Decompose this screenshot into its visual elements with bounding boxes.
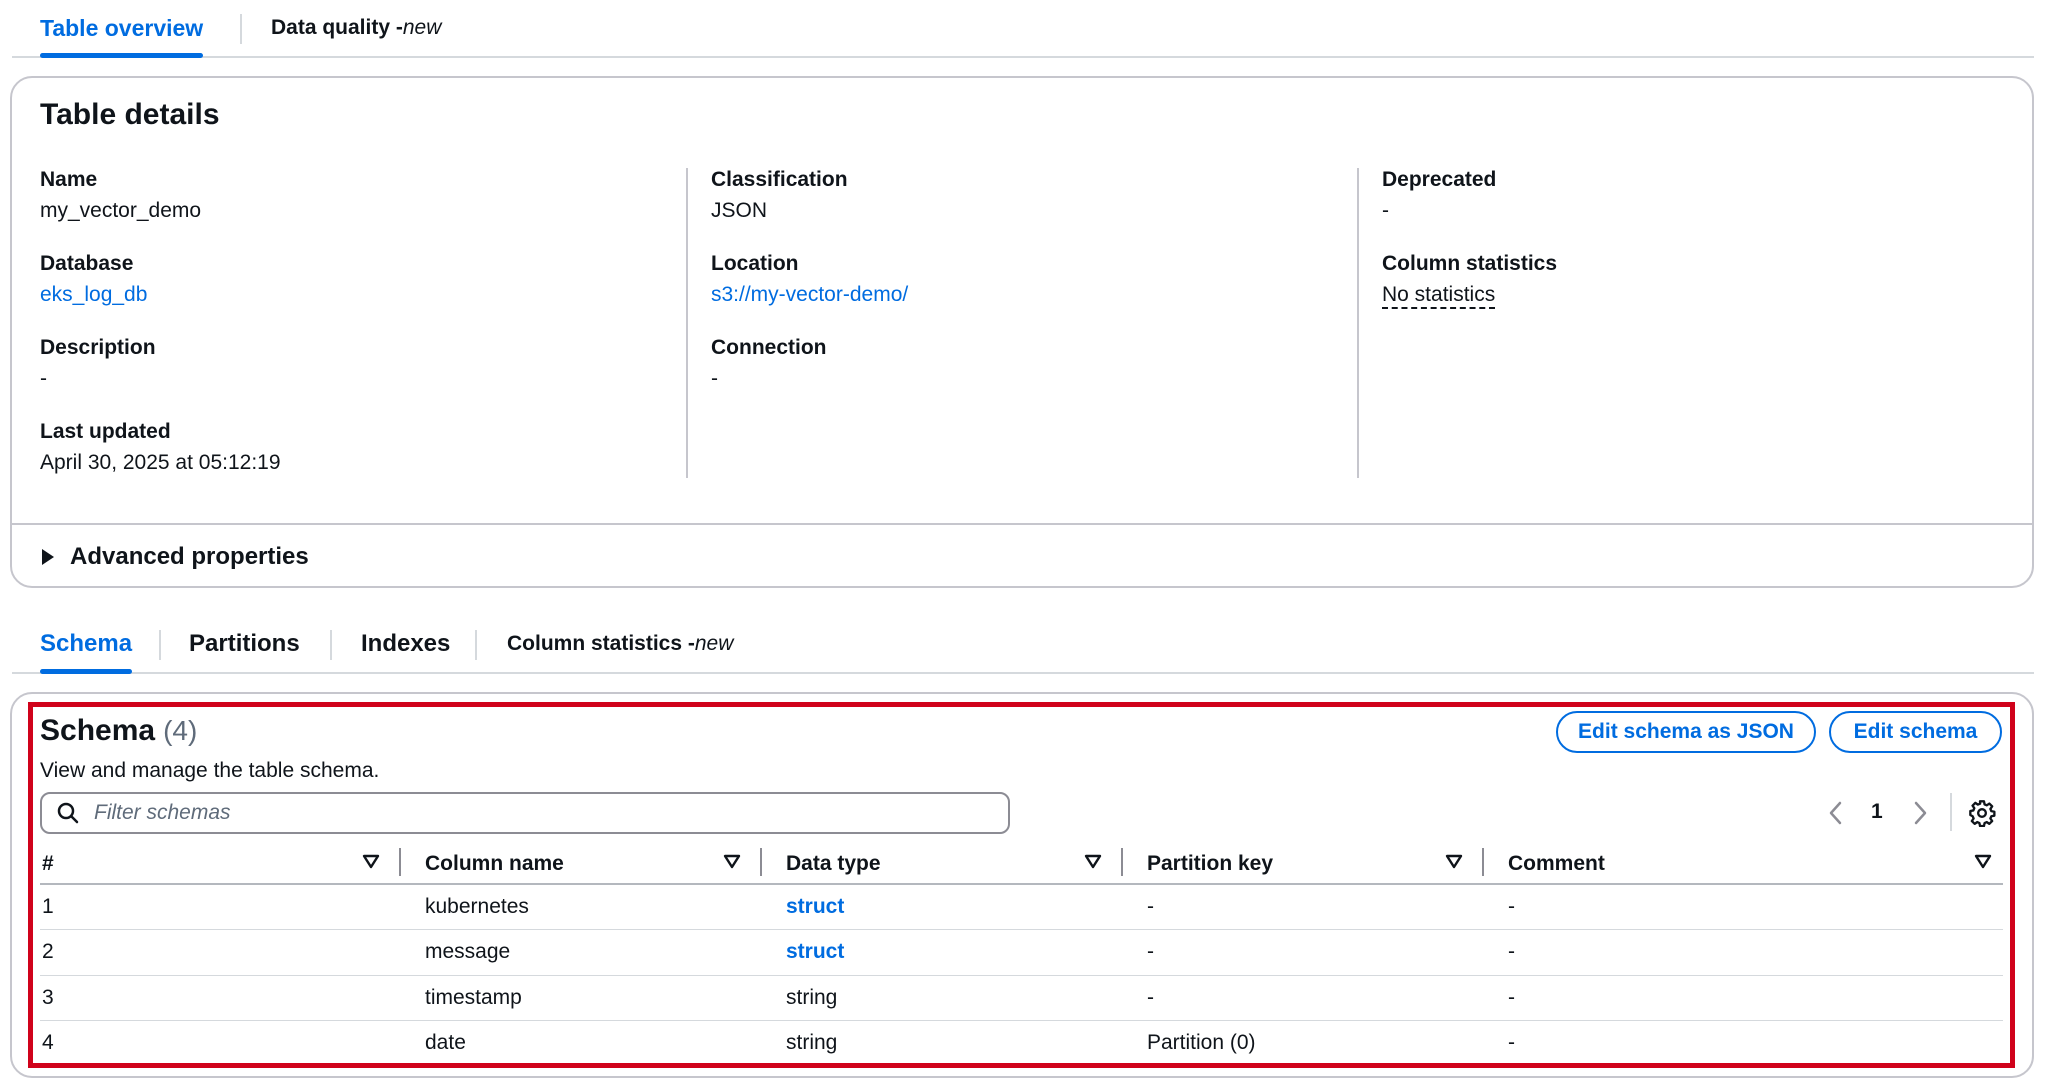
description-label: Description	[40, 336, 156, 359]
row-divider	[40, 975, 2003, 976]
row-divider	[40, 929, 2003, 930]
sort-icon[interactable]	[723, 852, 741, 872]
tab-partitions[interactable]: Partitions	[189, 616, 300, 672]
tab-data-quality[interactable]: Data quality - new	[271, 0, 441, 56]
database-label: Database	[40, 252, 134, 275]
no-statistics-popover[interactable]: No statistics	[1382, 283, 1496, 309]
row-2-index: 2	[42, 940, 54, 963]
tab-label: Indexes	[361, 630, 451, 657]
new-badge: new	[694, 632, 734, 655]
pagination-divider	[1950, 793, 1952, 831]
column-header-partition-key: Partition key	[1147, 852, 1274, 875]
current-page-number[interactable]: 1	[1871, 800, 1883, 824]
row-3-index: 3	[42, 986, 54, 1009]
tab-indexes[interactable]: Indexes	[361, 616, 450, 672]
row-1-comment: -	[1508, 895, 1515, 918]
row-4-index: 4	[42, 1031, 54, 1054]
advanced-properties-label: Advanced properties	[70, 543, 309, 570]
edit-schema-as-json-button[interactable]: Edit schema as JSON	[1556, 711, 1816, 753]
location-label: Location	[711, 252, 799, 275]
filter-schemas-field[interactable]	[40, 792, 1010, 834]
deprecated-label: Deprecated	[1382, 168, 1497, 191]
tab-schema[interactable]: Schema	[40, 616, 133, 674]
column-header-column-name: Column name	[425, 852, 564, 875]
table-details-title: Table details	[40, 98, 220, 131]
tab-separator	[330, 630, 332, 660]
gear-icon[interactable]	[1968, 799, 1996, 827]
row-4-data-type: string	[786, 1031, 838, 1054]
header-divider	[40, 883, 2003, 885]
column-resizer[interactable]	[760, 848, 762, 876]
schema-count: (4)	[163, 715, 198, 746]
sort-icon[interactable]	[362, 852, 380, 872]
schema-header: Schema (4)	[40, 714, 197, 748]
row-2-column-name: message	[425, 940, 511, 963]
sort-icon[interactable]	[1084, 852, 1102, 872]
tab-column-statistics[interactable]: Column statistics - new	[507, 616, 733, 672]
column-header-comment: Comment	[1508, 852, 1605, 875]
edit-schema-button[interactable]: Edit schema	[1829, 711, 2002, 753]
row-1-data-type-link[interactable]: struct	[786, 895, 844, 919]
column-resizer[interactable]	[399, 848, 401, 876]
tab-separator	[240, 14, 242, 44]
tab-label: Partitions	[189, 630, 300, 657]
tab-label: Schema	[40, 630, 133, 657]
classification-label: Classification	[711, 168, 848, 191]
connection-label: Connection	[711, 336, 827, 359]
table-details-card	[10, 76, 2034, 588]
column-header-index: #	[42, 852, 54, 875]
next-page-icon[interactable]	[1910, 800, 1930, 826]
tab-label: Table overview	[40, 14, 204, 41]
row-1-column-name: kubernetes	[425, 895, 529, 918]
description-value: -	[40, 367, 47, 390]
top-tab-bar: Table overview Data quality - new	[12, 0, 2034, 58]
database-link[interactable]: eks_log_db	[40, 283, 147, 307]
previous-page-icon[interactable]	[1826, 800, 1846, 826]
row-2-partition-key: -	[1147, 940, 1154, 963]
last-updated-value: April 30, 2025 at 05:12:19	[40, 451, 281, 474]
card-divider	[12, 523, 2032, 525]
search-icon	[57, 802, 79, 824]
name-label: Name	[40, 168, 98, 191]
row-4-column-name: date	[425, 1031, 466, 1054]
column-statistics-value[interactable]: No statistics	[1382, 283, 1496, 309]
row-3-comment: -	[1508, 986, 1515, 1009]
tab-table-overview[interactable]: Table overview	[40, 0, 204, 58]
tab-separator	[475, 630, 477, 660]
classification-value: JSON	[711, 199, 768, 222]
row-3-column-name: timestamp	[425, 986, 522, 1009]
filter-schemas-input[interactable]	[92, 800, 992, 826]
sort-icon[interactable]	[1974, 852, 1992, 872]
advanced-properties-toggle[interactable]: Advanced properties	[40, 541, 309, 573]
column-resizer[interactable]	[1121, 848, 1123, 876]
location-link[interactable]: s3://my-vector-demo/	[711, 283, 908, 307]
column-divider	[1357, 168, 1359, 478]
row-1-index: 1	[42, 895, 54, 918]
row-2-data-type-link[interactable]: struct	[786, 940, 844, 964]
tab-label: Column statistics -	[507, 632, 695, 655]
row-1-partition-key: -	[1147, 895, 1154, 918]
new-badge: new	[402, 16, 442, 39]
column-header-data-type: Data type	[786, 852, 881, 875]
row-divider	[40, 1020, 2003, 1021]
row-4-partition-key: Partition (0)	[1147, 1031, 1256, 1054]
name-value: my_vector_demo	[40, 199, 202, 222]
tab-separator	[159, 630, 161, 660]
deprecated-value: -	[1382, 199, 1389, 222]
row-3-partition-key: -	[1147, 986, 1154, 1009]
schema-description: View and manage the table schema.	[40, 759, 380, 782]
column-statistics-label: Column statistics	[1382, 252, 1558, 275]
sort-icon[interactable]	[1445, 852, 1463, 872]
row-2-comment: -	[1508, 940, 1515, 963]
last-updated-label: Last updated	[40, 420, 171, 443]
sub-tab-bar: Schema Partitions Indexes Column statist…	[12, 616, 2034, 674]
tab-label: Data quality -	[271, 16, 403, 39]
caret-right-icon	[42, 549, 54, 565]
row-4-comment: -	[1508, 1031, 1515, 1054]
row-3-data-type: string	[786, 986, 838, 1009]
connection-value: -	[711, 367, 718, 390]
schema-title: Schema	[40, 714, 156, 747]
column-resizer[interactable]	[1482, 848, 1484, 876]
column-divider	[686, 168, 688, 478]
